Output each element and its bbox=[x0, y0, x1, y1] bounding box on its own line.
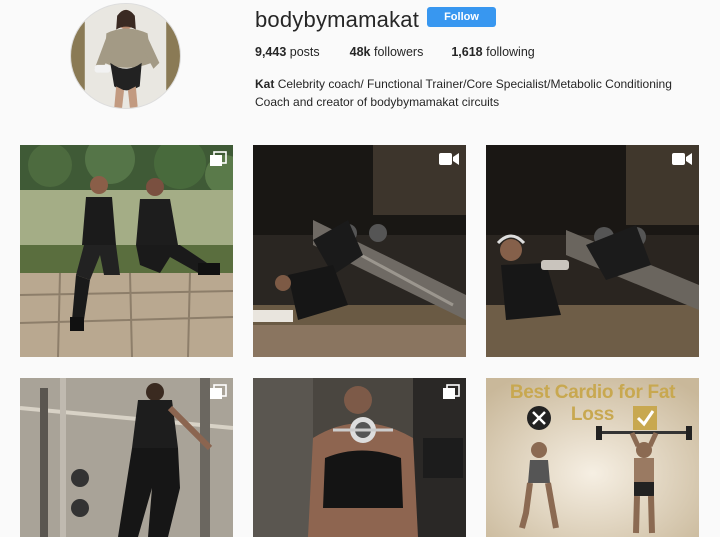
followers-label: followers bbox=[374, 45, 424, 59]
followers-count: 48k bbox=[349, 45, 371, 59]
infographic-title: Best Cardio for Fat Loss bbox=[509, 382, 676, 425]
post-image bbox=[20, 145, 233, 357]
posts-count: 9,443 bbox=[255, 45, 287, 59]
multiple-photos-icon bbox=[210, 384, 227, 399]
follow-button[interactable]: Follow bbox=[427, 7, 496, 27]
posts-label: posts bbox=[289, 45, 320, 59]
post-tile-3[interactable] bbox=[486, 145, 699, 357]
bio-name: Kat bbox=[255, 77, 275, 91]
post-tile-2[interactable] bbox=[253, 145, 466, 357]
post-tile-4[interactable] bbox=[20, 378, 233, 537]
post-image bbox=[486, 145, 699, 357]
followers-stat[interactable]: 48k followers bbox=[350, 45, 424, 59]
profile-bio: Kat Celebrity coach/ Functional Trainer/… bbox=[255, 75, 695, 111]
post-image bbox=[253, 145, 466, 357]
bio-text: Celebrity coach/ Functional Trainer/Core… bbox=[255, 77, 672, 109]
profile-avatar[interactable] bbox=[70, 3, 181, 109]
post-tile-1[interactable] bbox=[20, 145, 233, 357]
multiple-photos-icon bbox=[443, 384, 460, 399]
post-image bbox=[20, 378, 233, 537]
post-image bbox=[253, 378, 466, 537]
posts-stat: 9,443 posts bbox=[255, 45, 320, 59]
post-tile-6[interactable]: Best Cardio for Fat Loss bbox=[486, 378, 699, 537]
profile-stats: 9,443 posts 48k followers 1,618 followin… bbox=[255, 45, 563, 59]
following-stat[interactable]: 1,618 following bbox=[451, 45, 534, 59]
video-camera-icon bbox=[672, 153, 692, 165]
video-camera-icon bbox=[439, 153, 459, 165]
profile-username: bodybymamakat bbox=[255, 7, 420, 32]
following-label: following bbox=[486, 45, 535, 59]
multiple-photos-icon bbox=[210, 151, 227, 166]
post-tile-5[interactable] bbox=[253, 378, 466, 537]
following-count: 1,618 bbox=[451, 45, 483, 59]
avatar-image bbox=[71, 4, 180, 108]
